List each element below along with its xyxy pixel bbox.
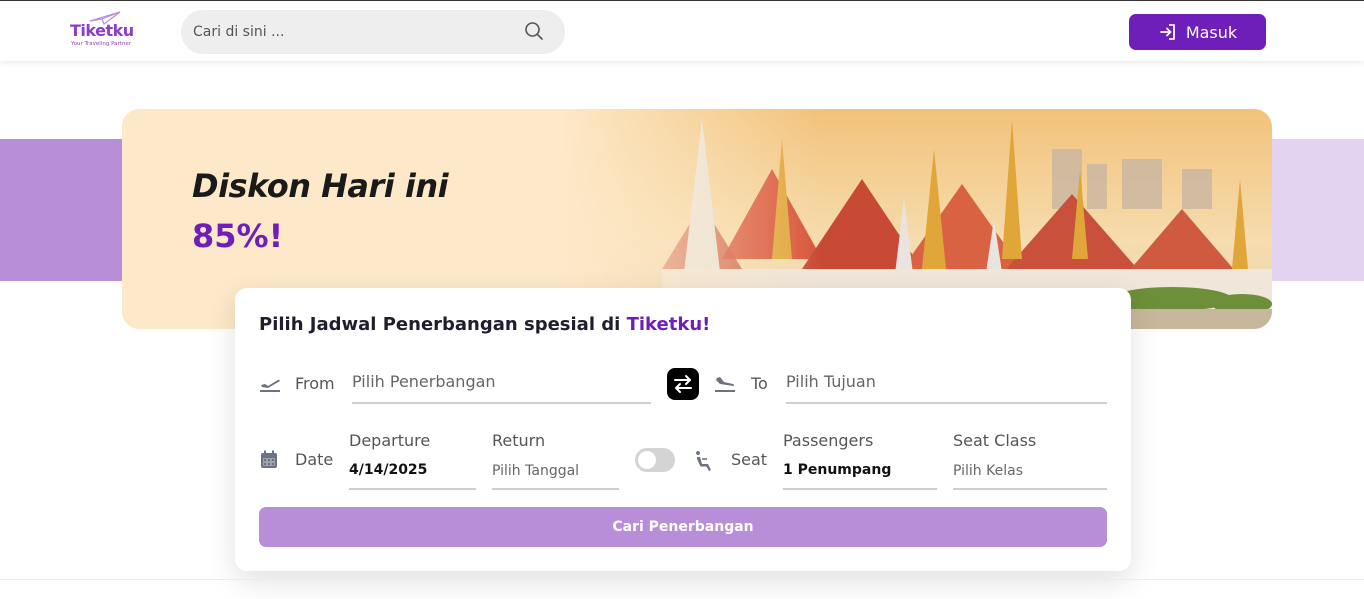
seat-label: Seat xyxy=(731,450,768,469)
departure-label: Departure xyxy=(349,431,431,450)
seat-icon xyxy=(696,451,711,471)
search-bar[interactable] xyxy=(181,10,565,54)
return-underline xyxy=(492,488,619,490)
to-field[interactable] xyxy=(786,372,1107,404)
return-label: Return xyxy=(492,431,546,450)
from-label: From xyxy=(295,374,335,393)
passengers-label: Passengers xyxy=(783,431,874,450)
swap-arrows-icon xyxy=(674,375,692,393)
plane-takeoff-icon xyxy=(260,379,280,392)
from-field[interactable] xyxy=(352,372,651,404)
promo-title: Diskon Hari ini xyxy=(192,167,449,205)
return-placeholder[interactable]: Pilih Tanggal xyxy=(492,463,579,479)
passengers-value[interactable]: 1 Penumpang xyxy=(783,462,891,478)
toggle-knob xyxy=(638,451,656,469)
seat-class-placeholder[interactable]: Pilih Kelas xyxy=(953,463,1023,479)
brand-logo[interactable]: Tiketku Your Traveling Partner xyxy=(68,11,148,53)
brand-tagline: Your Traveling Partner xyxy=(71,41,132,47)
to-input[interactable] xyxy=(786,372,1107,391)
promo-discount-value: 85%! xyxy=(192,217,284,255)
calendar-icon xyxy=(261,450,277,468)
top-navbar: Tiketku Your Traveling Partner Masuk xyxy=(0,1,1364,61)
card-heading: Pilih Jadwal Penerbangan spesial di Tike… xyxy=(259,314,710,335)
flight-search-card: Pilih Jadwal Penerbangan spesial di Tike… xyxy=(235,288,1131,571)
seat-class-label: Seat Class xyxy=(953,431,1037,450)
plane-landing-icon xyxy=(715,377,735,392)
departure-underline xyxy=(349,488,476,490)
return-toggle[interactable] xyxy=(635,448,675,472)
search-icon[interactable] xyxy=(524,21,544,41)
brand-name: Tiketku xyxy=(70,21,134,40)
login-icon xyxy=(1159,24,1175,40)
passengers-underline xyxy=(783,488,937,490)
login-label: Masuk xyxy=(1185,22,1238,42)
swap-button[interactable] xyxy=(667,368,699,400)
login-button[interactable]: Masuk xyxy=(1129,14,1266,50)
card-heading-brand: Tiketku! xyxy=(626,314,711,335)
date-label: Date xyxy=(295,450,334,469)
decor-band-left xyxy=(0,139,140,281)
to-label: To xyxy=(751,374,768,393)
search-input[interactable] xyxy=(193,21,513,43)
departure-value[interactable]: 4/14/2025 xyxy=(349,462,427,478)
search-flight-button[interactable]: Cari Penerbangan xyxy=(259,507,1107,547)
card-heading-text: Pilih Jadwal Penerbangan spesial di xyxy=(259,314,621,335)
from-input[interactable] xyxy=(352,372,651,391)
seat-class-underline xyxy=(953,488,1107,490)
footer-divider xyxy=(0,579,1364,580)
